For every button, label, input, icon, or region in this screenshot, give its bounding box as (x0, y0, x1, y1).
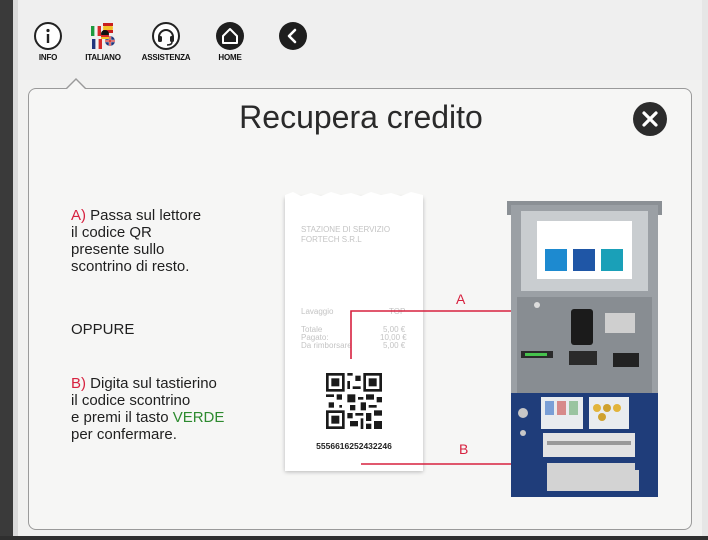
instruction-a-line3: presente sullo (71, 241, 165, 258)
recover-credit-panel: Recupera credito A) Passa sul lettore il… (28, 78, 692, 530)
verde-keyword: VERDE (172, 409, 225, 426)
instruction-b-line2: il codice scontrino (71, 392, 191, 409)
receipt-refund-value: 5,00 € (383, 341, 406, 350)
language-label: ITALIANO (85, 53, 121, 62)
panel-pointer (65, 78, 87, 89)
receipt-header-1: STAZIONE DI SERVIZIO (301, 225, 391, 234)
instruction-b-line3: e premi il tasto VERDE (71, 409, 225, 426)
step-b-marker: B) (71, 375, 86, 392)
step-a-marker: A) (71, 207, 86, 224)
connector-label-a: A (456, 291, 466, 307)
flags-icon (88, 22, 118, 52)
receipt-item-value: TOP (389, 307, 406, 316)
receipt-refund-label: Da rimborsare (301, 341, 352, 350)
qr-code-icon (326, 373, 382, 429)
info-label: INFO (38, 53, 58, 62)
language-button[interactable]: ITALIANO (73, 22, 133, 62)
home-button[interactable]: HOME (200, 22, 260, 62)
receipt-torn-edge (285, 192, 423, 199)
receipt-header-2: FORTECH S.R.L (301, 235, 362, 244)
info-button[interactable]: INFO (18, 22, 78, 62)
frame-left-bevel (13, 0, 18, 540)
page-title: Recupera credito (239, 99, 483, 135)
receipt-code: 5556616252432246 (316, 441, 392, 451)
connector-label-b: B (459, 441, 469, 457)
instruction-a-line4: scontrino di resto. (71, 258, 190, 275)
headset-icon (152, 22, 180, 50)
frame-right-edge (702, 0, 708, 540)
receipt-illustration: STAZIONE DI SERVIZIO FORTECH S.R.L Lavag… (285, 192, 423, 471)
close-button[interactable] (633, 102, 667, 136)
instruction-b-line4: per confermare. (71, 426, 177, 443)
instruction-b-line1: B) Digita sul tastierino (71, 375, 217, 392)
chevron-left-icon (279, 22, 307, 50)
frame-bottom-edge (0, 536, 708, 540)
home-icon (216, 22, 244, 50)
top-nav-bar: INFO ITALIANO ASSISTENZA HOME (18, 0, 702, 80)
instruction-a: A) Passa sul lettore il codice QR presen… (71, 207, 271, 275)
support-button[interactable]: ASSISTENZA (136, 22, 196, 62)
receipt-item-label: Lavaggio (301, 307, 334, 316)
or-label: OPPURE (71, 321, 135, 338)
instruction-a-line1: A) Passa sul lettore (71, 207, 202, 224)
info-icon (34, 22, 62, 50)
back-button[interactable] (263, 22, 323, 50)
support-label: ASSISTENZA (141, 53, 191, 62)
kiosk-illustration (507, 201, 662, 497)
close-icon (642, 111, 658, 127)
home-label: HOME (218, 53, 242, 62)
instruction-b: B) Digita sul tastierino il codice scont… (71, 375, 271, 443)
frame-left-edge (0, 0, 13, 540)
instruction-a-line2: il codice QR (71, 224, 152, 241)
